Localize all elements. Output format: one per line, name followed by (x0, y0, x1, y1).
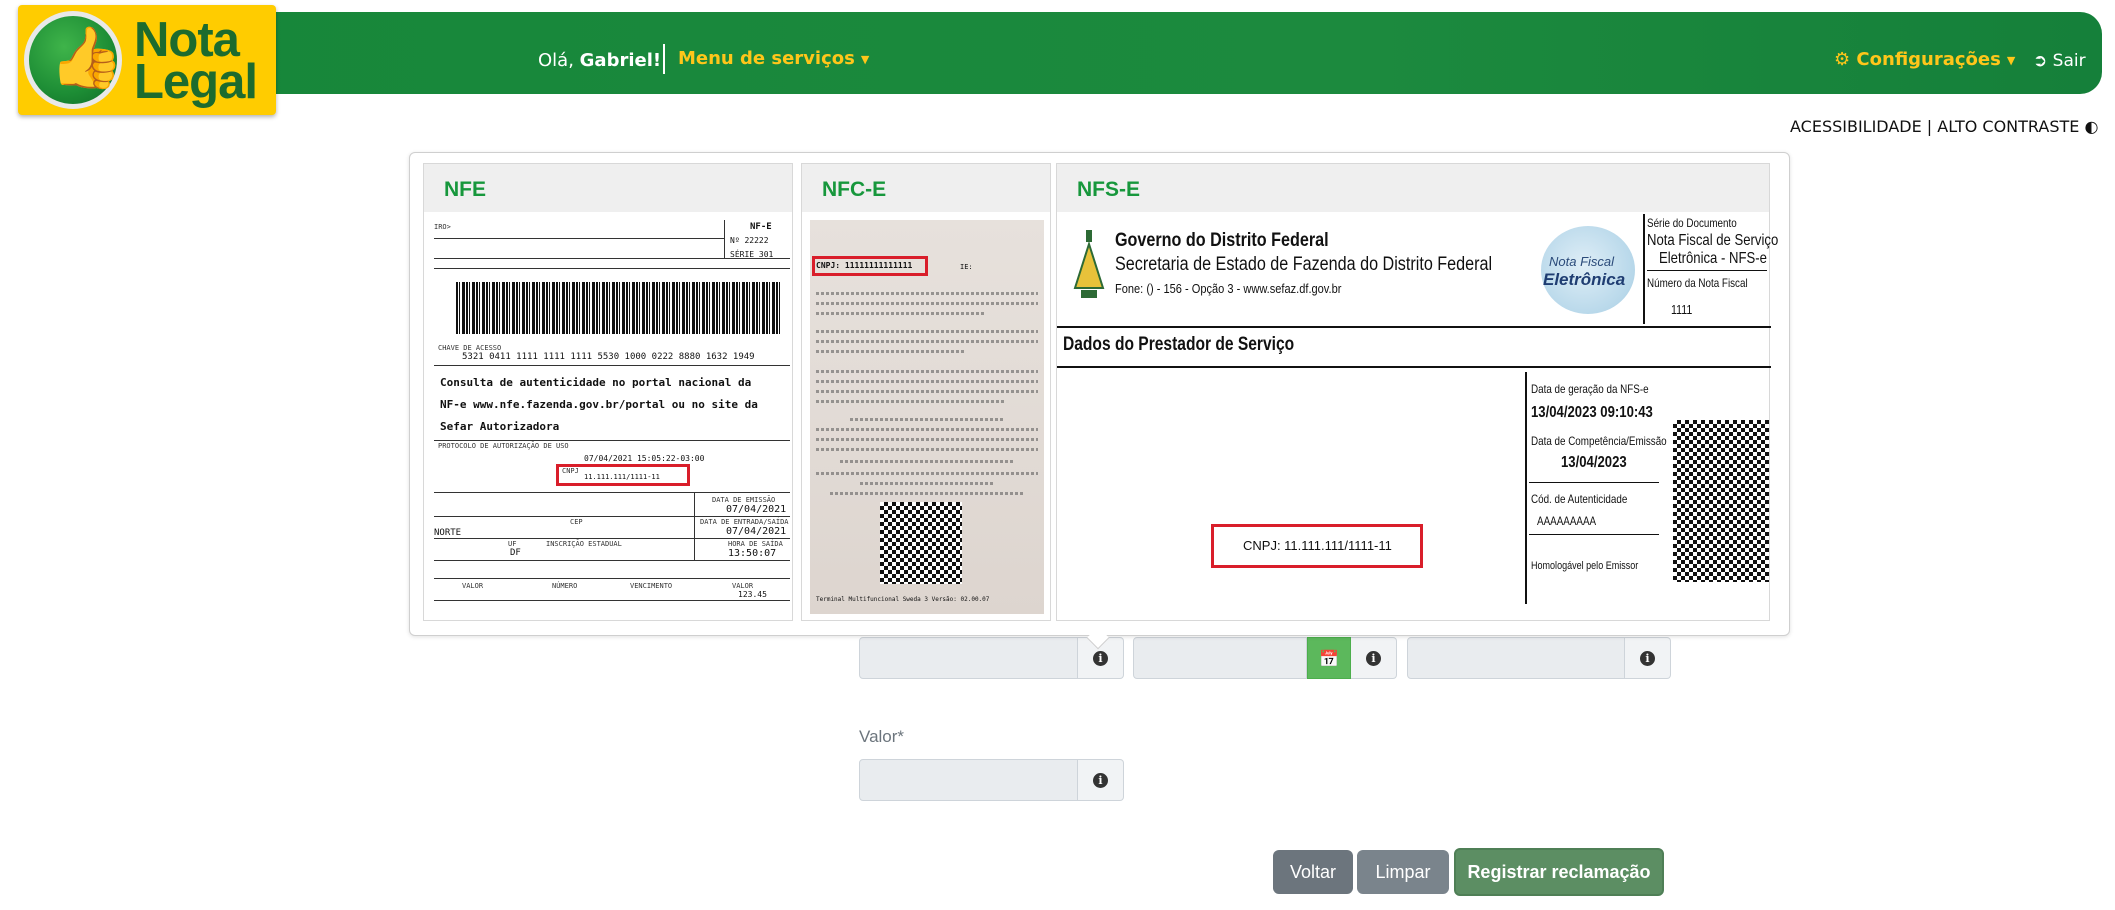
info-icon: i (1093, 650, 1108, 666)
thumbs-up-icon: 👍 (24, 11, 124, 109)
panel-title: NFC-E (802, 164, 1050, 212)
services-menu-dropdown[interactable]: Menu de serviços ▼ (678, 48, 869, 69)
caret-down-icon: ▼ (2006, 53, 2016, 67)
separator (663, 44, 665, 74)
nfse-example-panel: NFS-E Governo do Distrito Federal Secret… (1056, 163, 1778, 621)
valor-input[interactable] (859, 759, 1078, 801)
header-bar (230, 12, 2102, 94)
accessibility-link[interactable]: ACESSIBILIDADE | ALTO CONTRASTE ◐ (1790, 117, 2098, 136)
gear-icon: ⚙ (1834, 49, 1851, 70)
nota-legal-logo[interactable]: 👍 Nota Legal (18, 5, 276, 115)
logo-text: Nota Legal (134, 13, 258, 109)
date-input[interactable] (1133, 637, 1307, 679)
clear-button[interactable]: Limpar (1357, 850, 1449, 894)
info-icon: i (1366, 650, 1381, 666)
calendar-button[interactable]: 📅 (1307, 637, 1351, 679)
nfce-example-panel: NFC-E CNPJ: 11111111111111 IE: Terminal … (801, 163, 1051, 621)
caret-down-icon: ▼ (860, 52, 870, 66)
info-addon-3[interactable]: i (1625, 637, 1671, 679)
sign-out-icon: ➲ (2033, 51, 2048, 71)
nfe-example-panel: NFE IRO> NF-E Nº 22222 SÉRIE 301 CHAVE D… (423, 163, 793, 621)
panel-title: NFE (424, 164, 792, 212)
info-icon: i (1640, 650, 1655, 666)
field-input-1[interactable] (859, 637, 1078, 679)
info-addon-2[interactable]: i (1351, 637, 1397, 679)
panel-title: NFS-E (1057, 164, 1769, 212)
contrast-icon: ◐ (2084, 117, 2099, 136)
barcode (456, 282, 782, 334)
user-name: Gabriel! (579, 50, 662, 71)
info-icon: i (1093, 772, 1108, 788)
field-input-3[interactable] (1407, 637, 1625, 679)
top-header: 👍 Nota Legal Olá, Gabriel! Menu de servi… (0, 0, 2115, 115)
brasilia-crest-icon (1073, 230, 1105, 298)
submit-complaint-button[interactable]: Registrar reclamação (1454, 848, 1664, 896)
nfce-receipt-image: CNPJ: 11111111111111 IE: Terminal Multif… (810, 220, 1044, 614)
qr-code (880, 502, 962, 584)
qr-code (1673, 420, 1769, 582)
greeting: Olá, Gabriel! (538, 50, 662, 71)
valor-label: Valor* (859, 727, 905, 746)
back-button[interactable]: Voltar (1273, 850, 1353, 894)
logout-link[interactable]: ➲ Sair (2033, 51, 2086, 71)
info-addon-valor[interactable]: i (1078, 759, 1124, 801)
nfse-document-image: Governo do Distrito Federal Secretaria d… (1057, 212, 1778, 620)
settings-menu-dropdown[interactable]: ⚙ Configurações ▼ (1834, 49, 2015, 70)
calendar-icon: 📅 (1319, 648, 1339, 668)
nfe-document-image: IRO> NF-E Nº 22222 SÉRIE 301 CHAVE DE AC… (434, 220, 790, 616)
